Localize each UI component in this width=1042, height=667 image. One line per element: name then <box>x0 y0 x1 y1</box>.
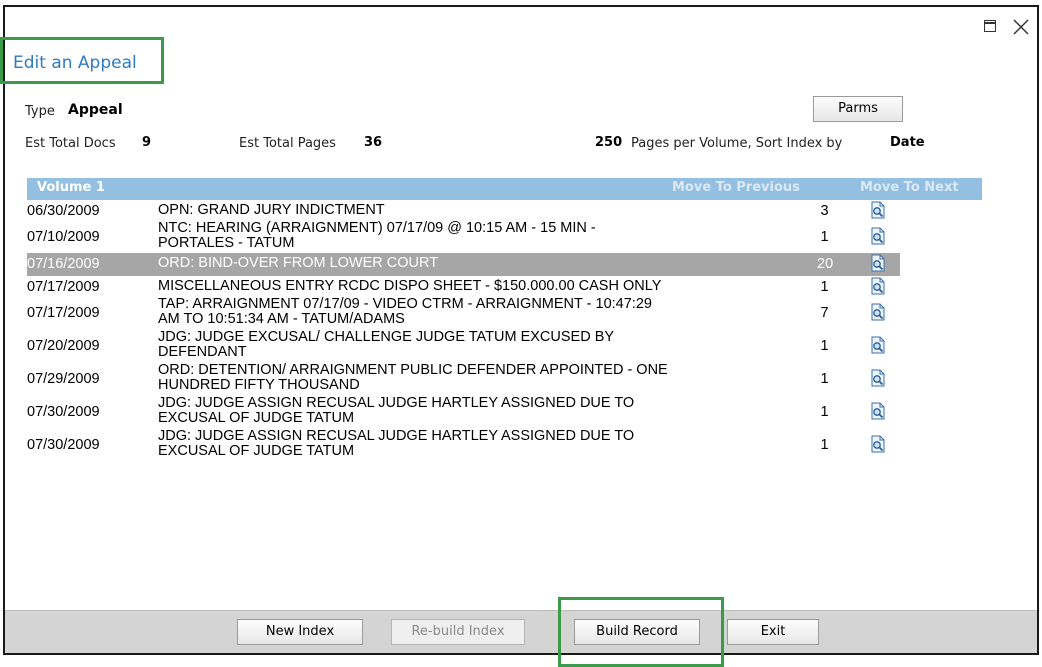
row-description-line: MISCELLANEOUS ENTRY RCDC DISPO SHEET - $… <box>158 278 662 294</box>
document-row[interactable]: 07/30/2009 JDG: JUDGE ASSIGN RECUSAL JUDG… <box>27 428 982 461</box>
document-preview-icon[interactable] <box>869 369 887 387</box>
row-description-line: EXCUSAL OF JUDGE TATUM <box>158 443 355 459</box>
row-description-line: AM TO 10:51:34 AM - TATUM/ADAMS <box>158 311 405 327</box>
row-date: 07/17/2009 <box>27 305 100 321</box>
row-description-line: EXCUSAL OF JUDGE TATUM <box>158 410 355 426</box>
row-page-count: 20 <box>817 256 834 272</box>
document-row[interactable]: 06/30/2009 OPN: GRAND JURY INDICTMENT 3 <box>27 200 982 220</box>
row-page-count: 1 <box>820 371 829 387</box>
rebuild-index-button[interactable]: Re-build Index <box>391 619 525 645</box>
exit-button[interactable]: Exit <box>727 619 819 645</box>
new-index-button[interactable]: New Index <box>237 619 363 645</box>
document-preview-icon[interactable] <box>869 277 887 295</box>
row-description-line: DEFENDANT <box>158 344 247 360</box>
row-description: OPN: GRAND JURY INDICTMENT <box>158 203 778 218</box>
est-total-docs-value: 9 <box>142 135 152 150</box>
row-page-count: 1 <box>820 338 829 354</box>
row-date: 07/30/2009 <box>27 437 100 453</box>
row-description: JDG: JUDGE ASSIGN RECUSAL JUDGE HARTLEY … <box>158 396 778 426</box>
row-page-count: 3 <box>820 203 829 219</box>
document-row[interactable]: 07/29/2009 ORD: DETENTION/ ARRAIGNMENT PU… <box>27 362 982 395</box>
row-page-count: 1 <box>820 437 829 453</box>
move-to-previous-header[interactable]: Move To Previous <box>672 180 800 195</box>
pages-per-volume-value: 250 <box>595 135 623 150</box>
row-description: ORD: DETENTION/ ARRAIGNMENT PUBLIC DEFEN… <box>158 363 778 393</box>
row-description-line: ORD: DETENTION/ ARRAIGNMENT PUBLIC DEFEN… <box>158 362 668 378</box>
row-date: 07/20/2009 <box>27 338 100 354</box>
row-page-count: 1 <box>820 279 829 295</box>
row-description: MISCELLANEOUS ENTRY RCDC DISPO SHEET - $… <box>158 279 778 294</box>
row-date: 07/10/2009 <box>27 229 100 245</box>
type-value: Appeal <box>68 102 123 118</box>
row-description: ORD: BIND-OVER FROM LOWER COURT <box>158 256 778 271</box>
row-date: 07/16/2009 <box>27 256 100 272</box>
document-preview-icon[interactable] <box>869 201 887 219</box>
parms-button[interactable]: Parms <box>813 96 903 122</box>
row-page-count: 7 <box>820 305 829 321</box>
row-description-line: OPN: GRAND JURY INDICTMENT <box>158 202 385 218</box>
bottom-toolbar: New Index Re-build Index Build Record Ex… <box>5 610 1037 653</box>
row-date: 07/30/2009 <box>27 404 100 420</box>
row-description-line: TAP: ARRAIGNMENT 07/17/09 - VIDEO CTRM -… <box>158 296 652 312</box>
pages-per-volume-label: Pages per Volume, Sort Index by <box>631 136 843 151</box>
row-date: 07/29/2009 <box>27 371 100 387</box>
est-total-pages-label: Est Total Pages <box>239 136 336 151</box>
maximize-button[interactable] <box>979 15 1003 39</box>
edit-appeal-window: Edit an Appeal Type Appeal Parms Est Tot… <box>3 5 1039 655</box>
document-preview-icon[interactable] <box>869 336 887 354</box>
maximize-icon <box>984 20 996 32</box>
close-icon <box>1013 19 1029 35</box>
document-preview-icon[interactable] <box>869 303 887 321</box>
type-label: Type <box>25 104 55 119</box>
row-page-count: 1 <box>820 404 829 420</box>
document-preview-icon[interactable] <box>869 435 887 453</box>
document-row[interactable]: 07/20/2009 JDG: JUDGE EXCUSAL/ CHALLENGE … <box>27 329 982 362</box>
document-preview-icon[interactable] <box>869 254 887 272</box>
row-description-line: JDG: JUDGE EXCUSAL/ CHALLENGE JUDGE TATU… <box>158 329 615 345</box>
row-description-line: JDG: JUDGE ASSIGN RECUSAL JUDGE HARTLEY … <box>158 395 635 411</box>
move-to-next-header[interactable]: Move To Next <box>860 180 959 195</box>
document-row[interactable]: 07/17/2009 TAP: ARRAIGNMENT 07/17/09 - VI… <box>27 296 982 329</box>
build-record-highlight <box>558 597 724 667</box>
edit-appeal-highlight <box>0 37 164 84</box>
sort-index-value[interactable]: Date <box>890 135 925 150</box>
volume-title: Volume 1 <box>37 180 105 195</box>
row-description-line: NTC: HEARING (ARRAIGNMENT) 07/17/09 @ 10… <box>158 220 596 236</box>
row-description: TAP: ARRAIGNMENT 07/17/09 - VIDEO CTRM -… <box>158 297 778 327</box>
row-date: 06/30/2009 <box>27 203 100 219</box>
document-row[interactable]: 07/17/2009 MISCELLANEOUS ENTRY RCDC DISPO… <box>27 276 982 296</box>
est-total-pages-value: 36 <box>364 135 383 150</box>
document-list: 06/30/2009 OPN: GRAND JURY INDICTMENT 3 07/… <box>27 200 982 461</box>
row-description-line: ORD: BIND-OVER FROM LOWER COURT <box>158 255 439 271</box>
row-description-line: JDG: JUDGE ASSIGN RECUSAL JUDGE HARTLEY … <box>158 428 635 444</box>
row-description: NTC: HEARING (ARRAIGNMENT) 07/17/09 @ 10… <box>158 221 778 251</box>
close-button[interactable] <box>1009 15 1033 39</box>
row-description: JDG: JUDGE ASSIGN RECUSAL JUDGE HARTLEY … <box>158 429 778 459</box>
document-row[interactable]: 07/16/2009 ORD: BIND-OVER FROM LOWER COUR… <box>27 253 900 276</box>
document-preview-icon[interactable] <box>869 227 887 245</box>
document-preview-icon[interactable] <box>869 402 887 420</box>
row-date: 07/17/2009 <box>27 279 100 295</box>
document-row[interactable]: 07/30/2009 JDG: JUDGE ASSIGN RECUSAL JUDG… <box>27 395 982 428</box>
row-description: JDG: JUDGE EXCUSAL/ CHALLENGE JUDGE TATU… <box>158 330 778 360</box>
row-description-line: HUNDRED FIFTY THOUSAND <box>158 377 360 393</box>
row-description-line: PORTALES - TATUM <box>158 235 295 251</box>
row-page-count: 1 <box>820 229 829 245</box>
est-total-docs-label: Est Total Docs <box>25 136 116 151</box>
document-row[interactable]: 07/10/2009 NTC: HEARING (ARRAIGNMENT) 07/… <box>27 220 982 253</box>
volume-header: Volume 1 Move To Previous Move To Next <box>27 178 982 200</box>
